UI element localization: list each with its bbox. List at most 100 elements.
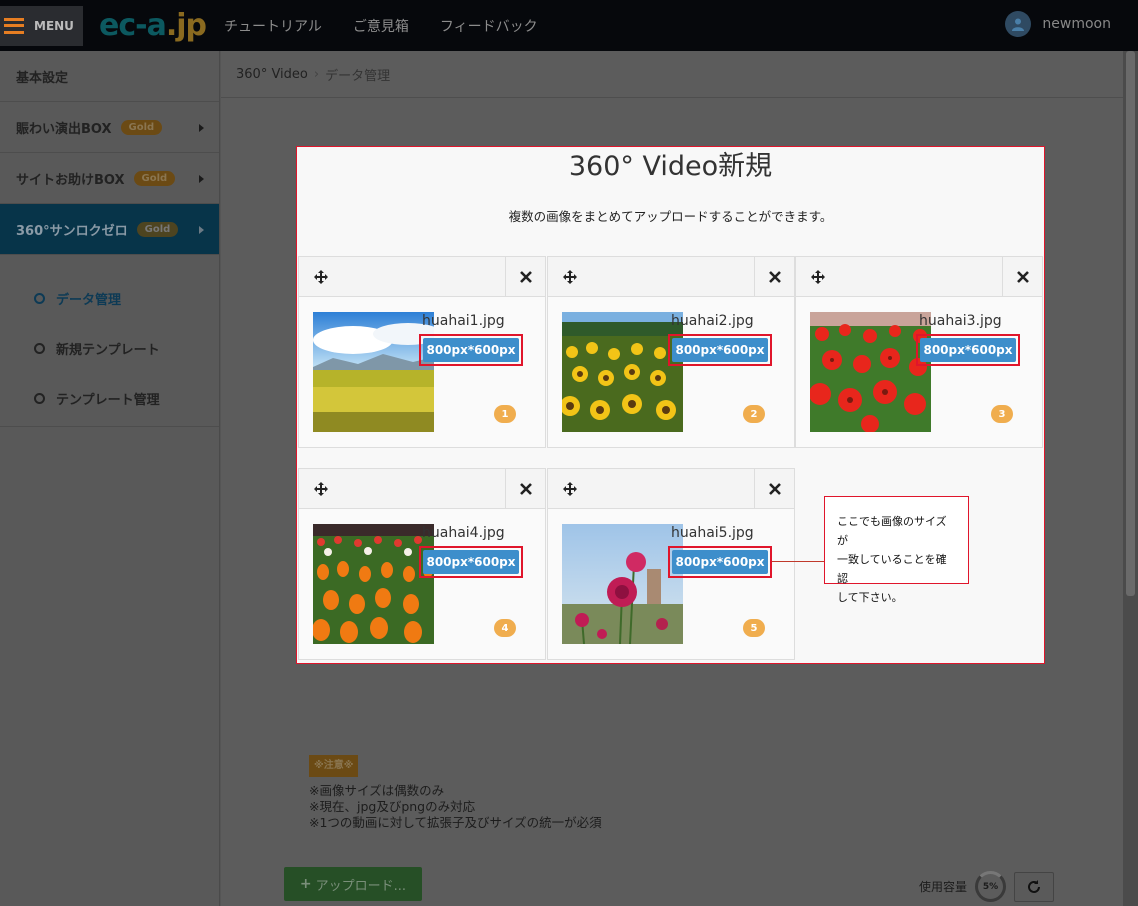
gold-badge: Gold bbox=[120, 119, 163, 135]
remove-button[interactable] bbox=[505, 469, 545, 509]
order-badge: 5 bbox=[743, 619, 765, 637]
remove-button[interactable] bbox=[1002, 257, 1042, 297]
callout-connector bbox=[772, 561, 824, 562]
top-bar: MENU ec-a.jp チュートリアル ご意見箱 フィードバック newmoo… bbox=[0, 0, 1138, 51]
plus-icon: + bbox=[299, 876, 312, 892]
card-header bbox=[299, 257, 545, 297]
user-menu[interactable]: newmoon bbox=[1005, 11, 1111, 37]
upload-modal: 360° Video新規 複数の画像をまとめてアップロードすることができます。 … bbox=[296, 146, 1045, 664]
upload-button[interactable]: + アップロード... bbox=[284, 867, 422, 901]
modal-description: 複数の画像をまとめてアップロードすることができます。 bbox=[508, 209, 833, 224]
size-highlight: 800px*600px bbox=[668, 334, 772, 366]
image-card: huahai2.jpg 800px*600px 2 bbox=[547, 256, 795, 448]
note-line: ※1つの動画に対して拡張子及びサイズの統一が必須 bbox=[309, 815, 602, 830]
sidebar-sub-data-management[interactable]: データ管理 bbox=[0, 273, 219, 323]
sidebar-item-360[interactable]: 360°サンロクゼロ Gold bbox=[0, 204, 219, 255]
chevron-right-icon bbox=[199, 226, 204, 234]
chevron-right-icon bbox=[199, 175, 204, 183]
refresh-icon bbox=[1028, 879, 1041, 893]
card-header bbox=[548, 257, 794, 297]
size-badge: 800px*600px bbox=[920, 338, 1016, 362]
image-thumbnail bbox=[313, 312, 434, 432]
file-name: huahai1.jpg bbox=[422, 313, 505, 329]
upload-label: アップロード... bbox=[315, 878, 407, 894]
circle-icon bbox=[34, 392, 45, 404]
sidebar-item-label: 賑わい演出BOX bbox=[16, 121, 112, 137]
sidebar-item-label: サイトお助けBOX bbox=[16, 172, 125, 188]
close-icon bbox=[519, 271, 532, 283]
size-badge: 800px*600px bbox=[423, 550, 519, 574]
image-card: huahai1.jpg 800px*600px 1 bbox=[298, 256, 546, 448]
remove-button[interactable] bbox=[505, 257, 545, 297]
close-icon bbox=[768, 483, 781, 495]
gold-badge: Gold bbox=[136, 221, 179, 237]
image-thumbnail bbox=[313, 524, 434, 644]
sidebar-item-label: 360°サンロクゼロ bbox=[16, 223, 128, 239]
file-name: huahai3.jpg bbox=[919, 313, 1002, 329]
notes-panel: ※注意※ ※画像サイズは偶数のみ ※現在、jpg及びpngのみ対応 ※1つの動画… bbox=[309, 755, 602, 831]
username: newmoon bbox=[1042, 16, 1111, 32]
usage-gauge: 5% bbox=[975, 871, 1007, 902]
nav-feedback-box[interactable]: ご意見箱 bbox=[353, 16, 409, 36]
sidebar-item-basic-settings[interactable]: 基本設定 bbox=[0, 51, 219, 102]
move-icon[interactable] bbox=[562, 481, 578, 497]
sidebar-sub-list: データ管理 新規テンプレート テンプレート管理 bbox=[0, 255, 219, 427]
order-badge: 3 bbox=[991, 405, 1013, 423]
image-card: huahai3.jpg 800px*600px 3 bbox=[795, 256, 1043, 448]
size-badge: 800px*600px bbox=[423, 338, 519, 362]
usage-label: 使用容量 bbox=[919, 880, 968, 894]
remove-button[interactable] bbox=[754, 469, 794, 509]
move-icon[interactable] bbox=[810, 269, 826, 285]
size-highlight: 800px*600px bbox=[916, 334, 1020, 366]
close-icon bbox=[1016, 271, 1029, 283]
note-badge: ※注意※ bbox=[309, 755, 359, 777]
breadcrumb-current: データ管理 bbox=[325, 68, 391, 84]
circle-icon bbox=[34, 342, 45, 354]
remove-button[interactable] bbox=[754, 257, 794, 297]
site-logo[interactable]: ec-a.jp bbox=[99, 8, 207, 43]
user-avatar-icon bbox=[1005, 11, 1032, 37]
size-callout: ここでも画像のサイズが 一致していることを確認 して下さい。 bbox=[824, 496, 969, 604]
gold-badge: Gold bbox=[133, 170, 176, 186]
size-highlight: 800px*600px bbox=[668, 546, 772, 578]
sidebar-item-site-help-box[interactable]: サイトお助けBOX Gold bbox=[0, 153, 219, 204]
card-header bbox=[548, 469, 794, 509]
hamburger-icon bbox=[4, 17, 24, 34]
menu-label: MENU bbox=[34, 18, 74, 33]
close-icon bbox=[519, 483, 532, 495]
image-card: huahai5.jpg 800px*600px 5 bbox=[547, 468, 795, 660]
note-line: ※現在、jpg及びpngのみ対応 bbox=[309, 799, 476, 814]
card-header bbox=[796, 257, 1042, 297]
nav-feedback[interactable]: フィードバック bbox=[440, 16, 538, 36]
file-name: huahai4.jpg bbox=[422, 525, 505, 541]
sidebar-item-nigiwai-box[interactable]: 賑わい演出BOX Gold bbox=[0, 102, 219, 153]
menu-button[interactable]: MENU bbox=[0, 5, 83, 46]
breadcrumb-separator: › bbox=[313, 66, 320, 82]
chevron-right-icon bbox=[199, 124, 204, 132]
image-thumbnail bbox=[562, 312, 683, 432]
sidebar-sub-template-management[interactable]: テンプレート管理 bbox=[0, 373, 219, 423]
move-icon[interactable] bbox=[313, 269, 329, 285]
breadcrumb-root[interactable]: 360° Video bbox=[236, 67, 308, 82]
file-name: huahai5.jpg bbox=[671, 525, 754, 541]
order-badge: 4 bbox=[494, 619, 516, 637]
move-icon[interactable] bbox=[562, 269, 578, 285]
close-icon bbox=[768, 271, 781, 283]
page-scrollbar[interactable] bbox=[1123, 51, 1138, 906]
top-nav: チュートリアル ご意見箱 フィードバック bbox=[224, 16, 569, 36]
sidebar-sub-new-template[interactable]: 新規テンプレート bbox=[0, 323, 219, 373]
scrollbar-thumb[interactable] bbox=[1126, 51, 1135, 596]
size-badge: 800px*600px bbox=[672, 550, 768, 574]
sidebar: 基本設定 賑わい演出BOX Gold サイトお助けBOX Gold 360°サン… bbox=[0, 51, 220, 906]
card-header bbox=[299, 469, 545, 509]
refresh-button[interactable] bbox=[1014, 871, 1055, 902]
note-line: ※画像サイズは偶数のみ bbox=[309, 783, 445, 798]
nav-tutorial[interactable]: チュートリアル bbox=[224, 16, 322, 36]
order-badge: 1 bbox=[494, 405, 516, 423]
modal-title: 360° Video新規 bbox=[568, 151, 773, 182]
size-badge: 800px*600px bbox=[672, 338, 768, 362]
usage-indicator: 使用容量 5% bbox=[919, 871, 1055, 902]
image-thumbnail bbox=[562, 524, 683, 644]
move-icon[interactable] bbox=[313, 481, 329, 497]
circle-icon bbox=[34, 292, 45, 304]
